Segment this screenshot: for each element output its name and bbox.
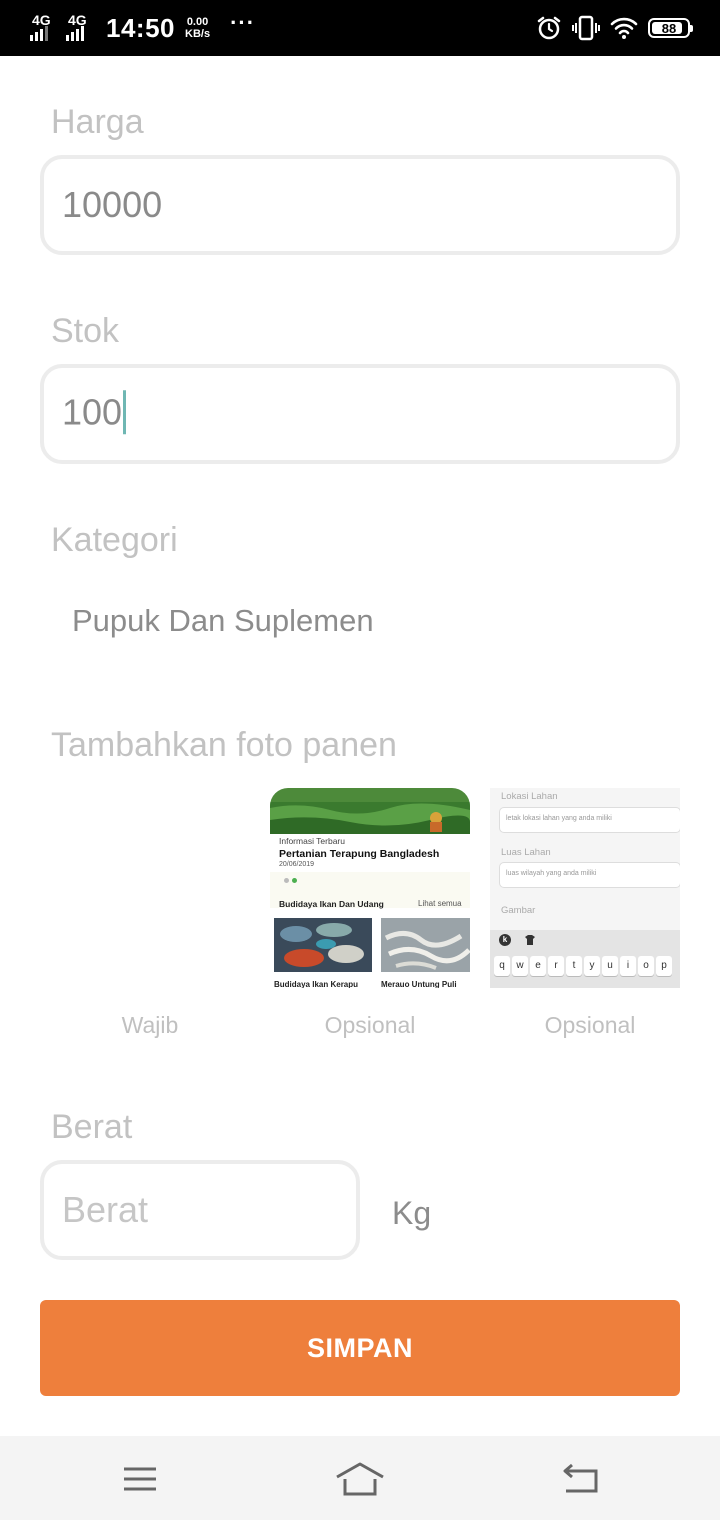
thumb-label-3: Gambar bbox=[501, 905, 536, 916]
alarm-icon bbox=[537, 16, 561, 40]
signal-icon-sim2: 4G bbox=[66, 13, 96, 43]
wifi-icon bbox=[610, 17, 638, 39]
key-i: i bbox=[620, 956, 636, 976]
network-speed: 0.00 KB/s bbox=[185, 16, 210, 40]
photo-slot-optional-2[interactable]: Lokasi Lahan letak lokasi lahan yang and… bbox=[490, 788, 680, 988]
clock: 14:50 bbox=[106, 12, 175, 43]
network-speed-unit: KB/s bbox=[185, 28, 211, 40]
home-icon bbox=[336, 1462, 384, 1496]
thumb-header: Informasi Terbaru bbox=[279, 836, 345, 846]
status-bar: 4G 4G 14:50 0.00 KB/s ··· 88 bbox=[0, 0, 720, 56]
battery-icon: 88 bbox=[648, 18, 693, 38]
photo-caption-required: Wajib bbox=[121, 1012, 179, 1038]
berat-label: Berat bbox=[51, 1108, 133, 1146]
harga-input[interactable]: 10000 bbox=[40, 155, 680, 255]
key-p: p bbox=[656, 956, 672, 976]
menu-icon bbox=[124, 1467, 156, 1491]
key-u: u bbox=[602, 956, 618, 976]
key-y: y bbox=[584, 956, 600, 976]
more-notifications-icon: ··· bbox=[230, 10, 256, 35]
key-o: o bbox=[638, 956, 654, 976]
thumb-card-2: Merauo Untung Puli bbox=[381, 980, 457, 988]
navigation-bar bbox=[0, 1436, 720, 1520]
key-w: w bbox=[512, 956, 528, 976]
berat-unit: Kg bbox=[392, 1195, 432, 1231]
back-button[interactable] bbox=[550, 1454, 610, 1504]
carousel-dot-active bbox=[292, 878, 297, 883]
berat-placeholder: Berat bbox=[62, 1189, 149, 1230]
save-button[interactable]: SIMPAN bbox=[40, 1300, 680, 1396]
thumb-input-1-text: letak lokasi lahan yang anda miliki bbox=[506, 815, 612, 822]
photo-caption-optional-2: Opsional bbox=[544, 1012, 636, 1038]
keyboard-image: k q w e r t y u i o p bbox=[490, 930, 680, 988]
stok-input[interactable]: 100 bbox=[40, 364, 680, 464]
battery-level: 88 bbox=[661, 20, 677, 36]
harga-label: Harga bbox=[51, 103, 144, 141]
shrimp-photo-image bbox=[381, 918, 470, 972]
kategori-select[interactable]: Pupuk Dan Suplemen bbox=[72, 603, 374, 639]
key-r: r bbox=[548, 956, 564, 976]
kategori-label: Kategori bbox=[51, 521, 178, 559]
stok-value: 100 bbox=[62, 391, 123, 433]
harga-value: 10000 bbox=[62, 184, 163, 225]
key-e: e bbox=[530, 956, 546, 976]
fish-photo-image bbox=[274, 918, 372, 972]
thumb-link: Lihat semua bbox=[418, 899, 462, 908]
thumb-title: Pertanian Terapung Bangladesh bbox=[279, 848, 440, 860]
vibrate-icon bbox=[572, 15, 600, 41]
stok-label: Stok bbox=[51, 312, 120, 350]
photos-label: Tambahkan foto panen bbox=[51, 726, 397, 764]
thumb-date: 20/06/2019 bbox=[279, 861, 315, 868]
key-q: q bbox=[494, 956, 510, 976]
text-cursor bbox=[123, 390, 127, 435]
signal-icon-sim1: 4G bbox=[30, 13, 60, 43]
stok-value-wrap: 100 bbox=[62, 390, 127, 436]
key-t: t bbox=[566, 956, 582, 976]
network-type-2: 4G bbox=[68, 12, 87, 28]
keyboard-logo-icon: k bbox=[499, 934, 511, 946]
keyboard-shirt-icon bbox=[525, 935, 535, 945]
home-button[interactable] bbox=[330, 1454, 390, 1504]
farm-photo-image bbox=[270, 788, 470, 834]
thumb-label-1: Lokasi Lahan bbox=[501, 791, 558, 802]
thumb-section: Budidaya Ikan Dan Udang bbox=[279, 899, 384, 909]
berat-input[interactable]: Berat bbox=[40, 1160, 360, 1260]
photo-caption-optional-1: Opsional bbox=[324, 1012, 416, 1038]
photo-slot-optional-1[interactable]: Informasi Terbaru Pertanian Terapung Ban… bbox=[270, 788, 470, 988]
carousel-dot bbox=[284, 878, 289, 883]
network-speed-value: 0.00 bbox=[186, 16, 209, 28]
thumb-input-2-text: luas wilayah yang anda miliki bbox=[506, 870, 597, 877]
keyboard-key-row: q w e r t y u i o p bbox=[494, 956, 672, 976]
thumb-input-2: luas wilayah yang anda miliki bbox=[499, 862, 680, 888]
thumb-input-1: letak lokasi lahan yang anda miliki bbox=[499, 807, 680, 833]
menu-button[interactable] bbox=[110, 1454, 170, 1504]
back-icon bbox=[563, 1463, 598, 1493]
thumb-card-1: Budidaya Ikan Kerapu bbox=[274, 980, 359, 988]
thumb-label-2: Luas Lahan bbox=[501, 847, 551, 858]
network-type-1: 4G bbox=[32, 12, 51, 28]
photo-slot-required[interactable] bbox=[50, 788, 250, 988]
